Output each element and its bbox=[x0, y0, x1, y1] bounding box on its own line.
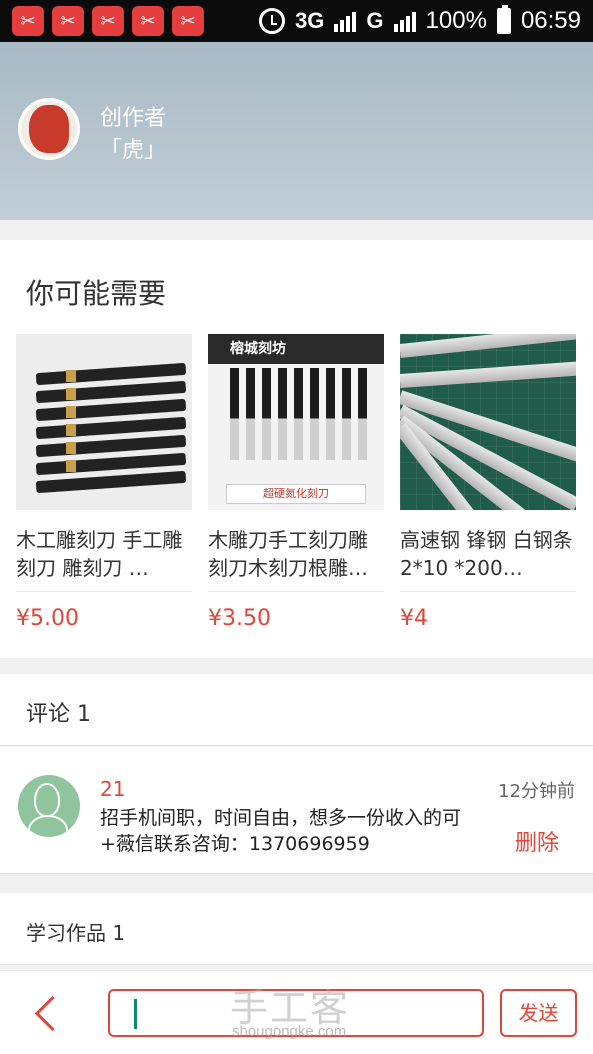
creator-name[interactable]: 「虎」 bbox=[100, 132, 166, 164]
back-button[interactable] bbox=[26, 989, 66, 1037]
comment-item: 21 12分钟前 招手机间职，时间自由，想多一份收入的可+薇信联系咨询：1370… bbox=[0, 747, 593, 874]
profile-banner: 创作者 「虎」 bbox=[0, 42, 593, 220]
works-title[interactable]: 学习作品 1 bbox=[26, 917, 125, 946]
signal-icon bbox=[334, 10, 357, 32]
battery-icon bbox=[496, 5, 511, 34]
scissors-app-icon: ✂ bbox=[172, 6, 204, 36]
product-price: ¥3.50 bbox=[208, 606, 271, 631]
status-indicators: 3G G 100% 06:59 bbox=[259, 5, 581, 35]
product-price: ¥5.00 bbox=[16, 606, 79, 631]
product-image[interactable] bbox=[16, 334, 192, 510]
image-brand-text: 榕城刻坊 bbox=[230, 341, 286, 357]
scissors-app-icon: ✂ bbox=[52, 6, 84, 36]
product-list: 木工雕刻刀 手工雕刻刀 雕刻刀 … ¥5.00 榕城刻坊 超硬氮化刻刀 木雕刀手… bbox=[16, 334, 576, 644]
product-name[interactable]: 高速钢 锋钢 白钢条 2*10 *200… bbox=[400, 526, 576, 582]
user-avatar[interactable] bbox=[18, 775, 80, 837]
image-label-text: 超硬氮化刻刀 bbox=[226, 484, 366, 504]
comment-text: 招手机间职，时间自由，想多一份收入的可+薇信联系咨询：1370696959 bbox=[100, 807, 462, 855]
text-cursor bbox=[134, 999, 137, 1029]
clock: 06:59 bbox=[520, 7, 581, 34]
works-section: 学习作品 1 bbox=[0, 893, 593, 965]
scissors-app-icon: ✂ bbox=[12, 6, 44, 36]
bottom-bar: 手工客 shougongke.com 发送 bbox=[0, 970, 593, 1054]
watermark-url: shougongke.com bbox=[232, 1023, 347, 1040]
product-card[interactable]: 高速钢 锋钢 白钢条 2*10 *200… ¥4 bbox=[400, 334, 576, 644]
comments-title: 评论 1 bbox=[26, 702, 91, 727]
status-bar: ✂ ✂ ✂ ✂ ✂ 3G G 100% 06:59 bbox=[0, 0, 593, 42]
scissors-app-icon: ✂ bbox=[92, 6, 124, 36]
comment-username[interactable]: 21 bbox=[100, 777, 125, 801]
send-button[interactable]: 发送 bbox=[500, 989, 577, 1037]
scissors-app-icon: ✂ bbox=[132, 6, 164, 36]
battery-percent: 100% bbox=[425, 7, 487, 34]
alarm-icon bbox=[259, 8, 286, 34]
divider bbox=[16, 591, 192, 592]
product-price: ¥4 bbox=[400, 606, 428, 631]
creator-avatar[interactable] bbox=[18, 98, 80, 160]
divider bbox=[208, 591, 384, 592]
product-card[interactable]: 木工雕刻刀 手工雕刻刀 雕刻刀 … ¥5.00 bbox=[16, 334, 192, 644]
product-image[interactable]: 榕城刻坊 超硬氮化刻刀 bbox=[208, 334, 384, 510]
tiger-avatar-icon bbox=[29, 105, 69, 153]
comment-time: 12分钟前 bbox=[498, 781, 575, 802]
network-3g-label: 3G bbox=[295, 8, 325, 33]
signal-icon bbox=[393, 10, 416, 32]
product-name[interactable]: 木雕刀手工刻刀雕刻刀木刻刀根雕… bbox=[208, 526, 384, 582]
product-image[interactable] bbox=[400, 334, 576, 510]
notification-icons: ✂ ✂ ✂ ✂ ✂ bbox=[12, 6, 204, 36]
comments-header: 评论 1 bbox=[0, 674, 593, 746]
network-g-label: G bbox=[366, 8, 384, 33]
divider bbox=[400, 591, 576, 592]
delete-button[interactable]: 删除 bbox=[515, 825, 559, 857]
recommend-title: 你可能需要 bbox=[26, 277, 167, 310]
product-name[interactable]: 木工雕刻刀 手工雕刻刀 雕刻刀 … bbox=[16, 526, 192, 582]
product-card[interactable]: 榕城刻坊 超硬氮化刻刀 木雕刀手工刻刀雕刻刀木刻刀根雕… ¥3.50 bbox=[208, 334, 384, 644]
recommend-section: 你可能需要 木工雕刻刀 手工雕刻刀 雕刻刀 … ¥5.00 榕城刻坊 超硬氮化刻… bbox=[0, 240, 593, 658]
creator-label: 创作者 bbox=[100, 106, 167, 131]
